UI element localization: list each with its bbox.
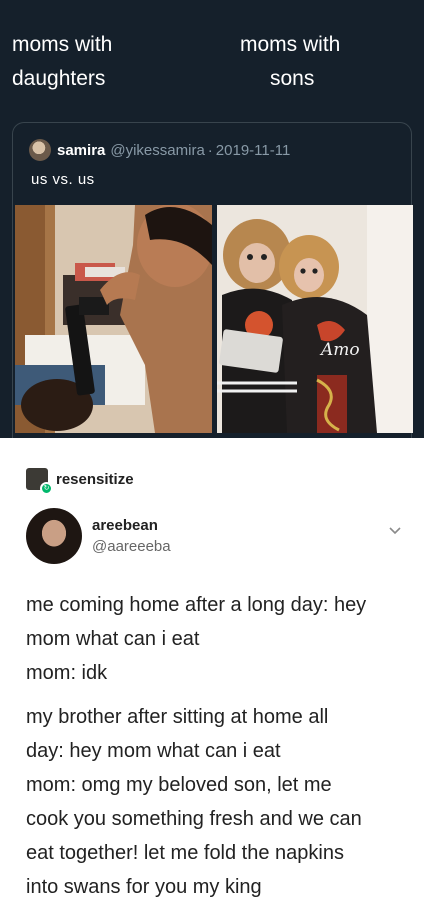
post-line: into swans for you my king	[26, 876, 262, 898]
tweet-date[interactable]: 2019-11-11	[216, 142, 291, 159]
tweet-image-right[interactable]: Amo	[217, 205, 413, 433]
tweet-author-name[interactable]: samira	[57, 142, 105, 159]
caption-right-line2: sons	[270, 67, 315, 90]
photo-monkeys-with-tablet: Amo	[217, 205, 413, 433]
post-line: mom: idk	[26, 662, 108, 684]
post-body: me coming home after a long day: hey mom…	[26, 588, 406, 904]
post-line: my brother after sitting at home all	[26, 706, 329, 728]
embedded-tweet[interactable]: samira @yikessamira · 2019-11-11 us vs. …	[12, 122, 413, 438]
meme-panel: moms with daughters moms with sons samir…	[0, 0, 424, 438]
post-header: areebean @aareeeba	[26, 508, 171, 564]
post-line: me coming home after a long day: hey	[26, 594, 367, 616]
post-line: mom: omg my beloved son, let me	[26, 774, 332, 796]
tweet-separator: ·	[207, 141, 213, 159]
post-author-handle[interactable]: @aareeeba	[92, 538, 171, 555]
reblogger-avatar[interactable]: ↻	[26, 468, 53, 495]
caption-right-line1: moms with	[240, 33, 341, 56]
tumblr-post: ↻ resensitize areebean @aareeeba me comi…	[0, 438, 424, 923]
tweet-text: us vs. us	[31, 171, 95, 188]
tweet-avatar[interactable]	[29, 139, 51, 161]
post-line: cook you something fresh and we can	[26, 808, 362, 830]
tweet-author-handle[interactable]: @yikessamira	[110, 142, 204, 159]
post-author-avatar[interactable]	[26, 508, 82, 564]
reblog-row: ↻ resensitize	[26, 468, 134, 495]
photo-woman-with-gun	[15, 205, 212, 433]
caption-left: moms with daughters	[12, 28, 112, 96]
post-line: mom what can i eat	[26, 628, 200, 650]
jacket-print: Amo	[319, 340, 360, 360]
post-author-info: areebean @aareeeba	[92, 517, 171, 555]
post-author-name[interactable]: areebean	[92, 517, 171, 534]
tweet-image-left[interactable]	[15, 205, 212, 433]
caption-right: moms with sons	[240, 28, 360, 96]
caption-left-line2: daughters	[12, 67, 106, 90]
reblogger-name[interactable]: resensitize	[56, 471, 134, 488]
tweet-header: samira @yikessamira · 2019-11-11	[29, 139, 290, 161]
post-line: day: hey mom what can i eat	[26, 740, 281, 762]
post-line: eat together! let me fold the napkins	[26, 842, 344, 864]
reblog-icon: ↻	[40, 482, 53, 495]
chevron-down-icon[interactable]	[388, 524, 402, 538]
caption-left-line1: moms with	[12, 33, 113, 56]
